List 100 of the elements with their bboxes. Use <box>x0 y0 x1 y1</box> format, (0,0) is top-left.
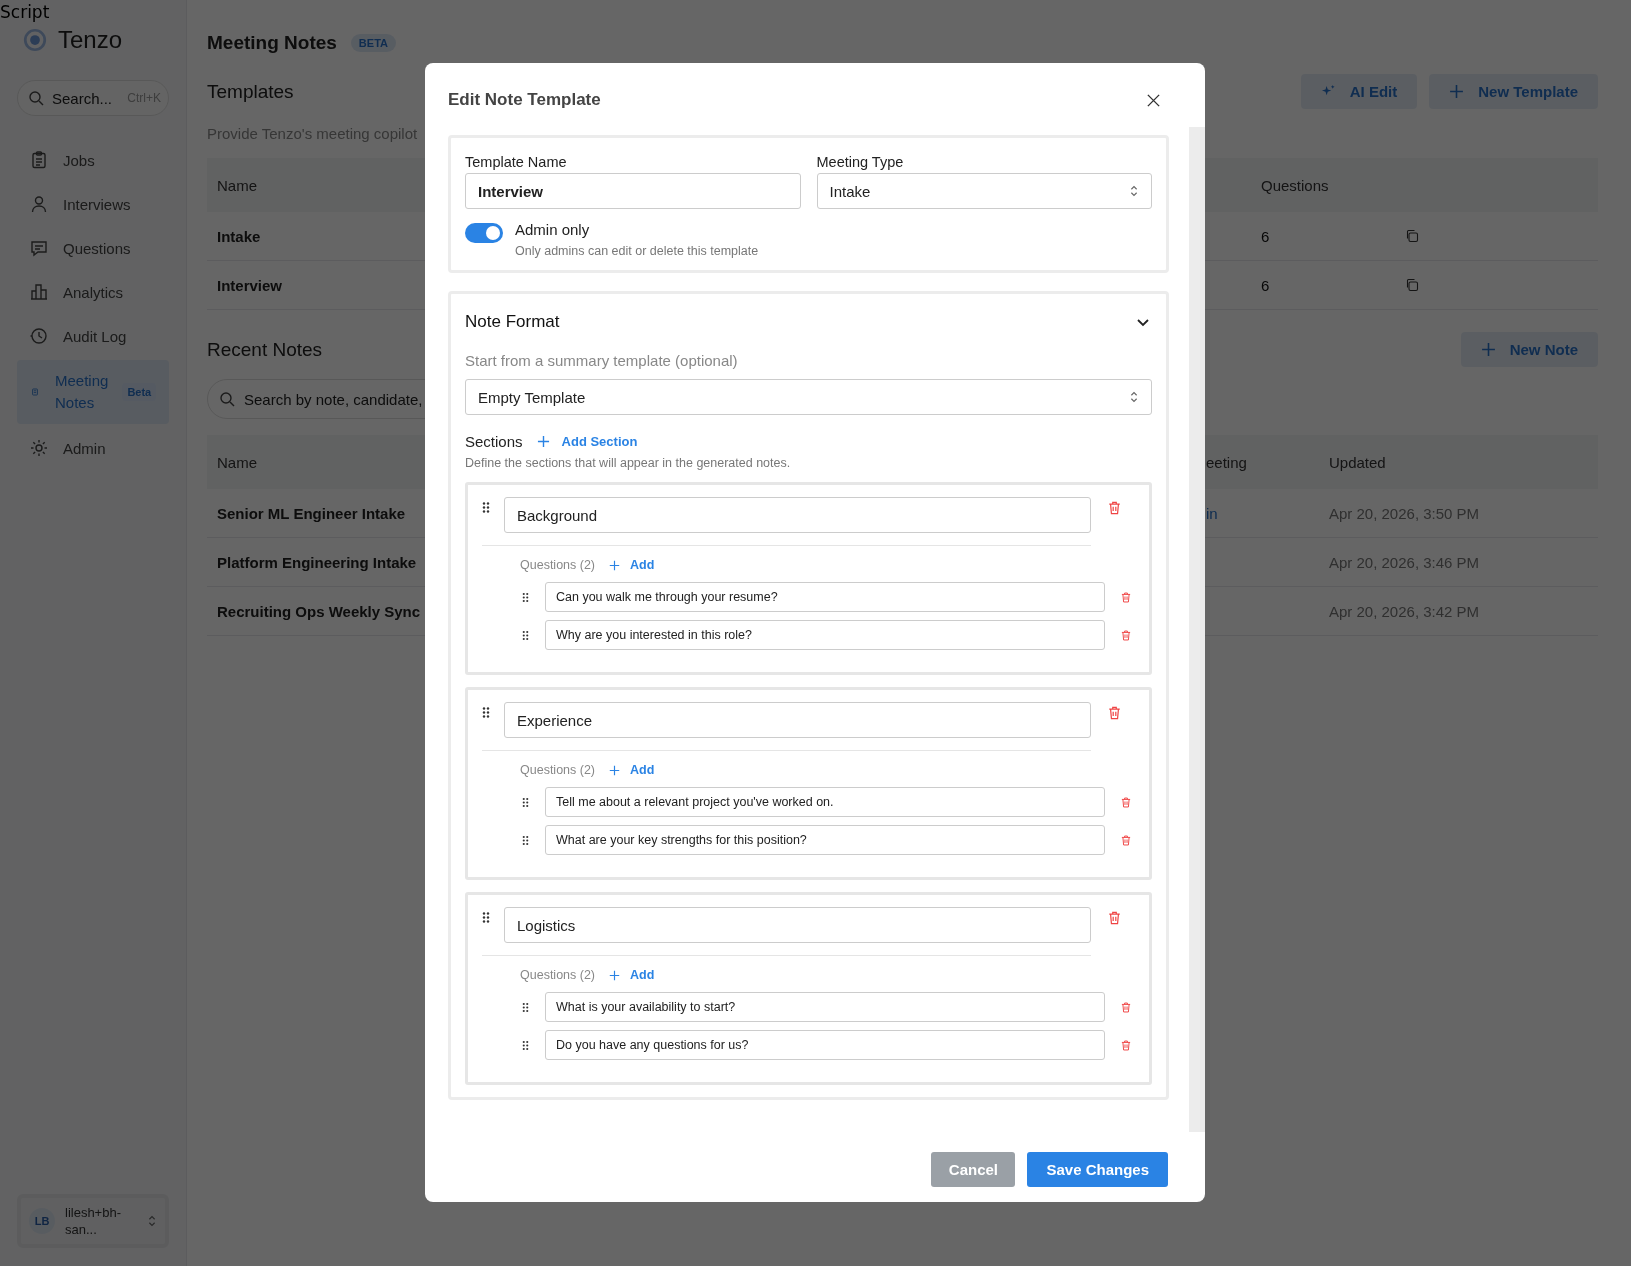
clipboard-icon <box>29 150 49 170</box>
question-field[interactable]: Can you walk me through your resume? <box>545 582 1105 612</box>
avatar: LB <box>29 1208 55 1234</box>
ai-edit-button[interactable]: AI Edit <box>1300 74 1418 109</box>
trash-icon[interactable] <box>1121 629 1131 641</box>
field-label: Template Name <box>465 154 568 170</box>
card-title: Note Format <box>465 312 560 332</box>
field-label: Start from a summary template (optional) <box>465 352 739 369</box>
question-field[interactable]: Tell me about a relevant project you've worked on. <box>545 787 1105 817</box>
search-icon <box>219 391 235 407</box>
add-question-button[interactable]: Add <box>609 968 655 982</box>
admin-only-toggle[interactable] <box>465 223 503 243</box>
up-down-chevron-icon <box>1129 184 1139 198</box>
trash-icon[interactable] <box>1121 591 1131 603</box>
bar-chart-icon <box>29 282 49 302</box>
new-template-button[interactable]: New Template <box>1429 74 1598 109</box>
trash-icon[interactable] <box>1108 706 1121 720</box>
section-title-field[interactable]: Experience <box>504 702 1091 738</box>
hint-text: Only admins can edit or delete this template <box>515 244 759 258</box>
field-label: Sections <box>465 433 523 450</box>
section-title: Recent Notes <box>207 338 323 361</box>
hint-text: Define the sections that will appear in the generated notes. <box>465 456 792 470</box>
table-cell: 6 <box>1261 227 1270 245</box>
drag-handle-icon[interactable] <box>482 911 490 924</box>
section-title-field[interactable]: Logistics <box>504 907 1091 943</box>
question-field[interactable]: Do you have any questions for us? <box>545 1030 1105 1060</box>
beta-badge: BETA <box>350 34 396 52</box>
settings-icon <box>29 438 49 458</box>
trash-icon[interactable] <box>1121 796 1131 808</box>
plus-icon <box>609 969 621 981</box>
dialog-title: Edit Note Template <box>448 90 601 110</box>
nav-item[interactable]: Meeting Notes Beta <box>17 360 169 424</box>
up-down-chevron-icon <box>1129 390 1139 404</box>
drag-handle-icon[interactable] <box>522 796 529 808</box>
drag-handle-icon[interactable] <box>522 834 529 846</box>
column-header: Updated <box>1329 453 1386 471</box>
table-cell: Interview <box>217 276 283 294</box>
up-down-chevron-icon <box>147 1214 157 1228</box>
chat-icon <box>29 238 49 258</box>
nav-item[interactable]: Analytics <box>17 272 169 312</box>
drag-handle-icon[interactable] <box>522 591 529 603</box>
column-header: Name <box>217 453 257 471</box>
nav-item[interactable]: Interviews <box>17 184 169 224</box>
add-question-button[interactable]: Add <box>609 763 655 777</box>
field-label: Meeting Type <box>816 154 905 170</box>
table-cell: 6 <box>1261 276 1270 294</box>
column-header: Name <box>217 176 257 194</box>
meeting-type-select[interactable]: Intake <box>816 173 1152 209</box>
cancel-button[interactable]: Cancel <box>931 1152 1016 1187</box>
logo-icon <box>22 27 48 53</box>
section-title-field[interactable]: Background <box>504 497 1091 533</box>
section-title: Templates <box>207 80 294 103</box>
save-button[interactable]: Save Changes <box>1027 1152 1168 1187</box>
template-name-field[interactable]: Interview <box>465 173 801 209</box>
questions-label: Questions (2) <box>520 558 596 572</box>
trash-icon[interactable] <box>1108 911 1121 925</box>
add-section-button[interactable]: Add Section <box>536 434 638 449</box>
question-field[interactable]: What is your availability to start? <box>545 992 1105 1022</box>
copy-icon[interactable] <box>1405 278 1419 292</box>
question-field[interactable]: What are your key strengths for this position? <box>545 825 1105 855</box>
column-header: Questions <box>1261 176 1329 194</box>
question-field[interactable]: Why are you interested in this role? <box>545 620 1105 650</box>
trash-icon[interactable] <box>1121 834 1131 846</box>
plus-icon <box>609 559 621 571</box>
questions-label: Questions (2) <box>520 763 596 777</box>
scrollbar[interactable] <box>1189 127 1205 1132</box>
drag-handle-icon[interactable] <box>522 629 529 641</box>
page-title: Meeting Notes <box>207 32 337 54</box>
drag-handle-icon[interactable] <box>482 706 490 719</box>
drag-handle-icon[interactable] <box>482 501 490 514</box>
plus-icon <box>609 764 621 776</box>
trash-icon[interactable] <box>1121 1039 1131 1051</box>
trash-icon[interactable] <box>1121 1001 1131 1013</box>
person-icon <box>29 194 49 214</box>
close-icon[interactable] <box>1146 92 1161 108</box>
drag-handle-icon[interactable] <box>522 1001 529 1013</box>
trash-icon[interactable] <box>1108 501 1121 515</box>
nav-item[interactable]: Audit Log <box>17 316 169 356</box>
plus-icon <box>536 435 550 448</box>
plus-icon <box>1449 84 1465 99</box>
meeting-link[interactable]: in <box>1206 504 1218 522</box>
table-cell: Recruiting Ops Weekly Sync <box>217 602 421 620</box>
table-cell: Intake <box>217 227 261 245</box>
nav-item[interactable]: Admin <box>17 428 169 468</box>
user-menu[interactable]: LB lilesh+bh-san... <box>17 1194 169 1248</box>
copy-icon[interactable] <box>1405 229 1419 243</box>
script-label: Script <box>0 2 50 22</box>
history-icon <box>29 326 49 346</box>
add-question-button[interactable]: Add <box>609 558 655 572</box>
questions-label: Questions (2) <box>520 968 596 982</box>
nav-item[interactable]: Jobs <box>17 140 169 180</box>
new-note-button[interactable]: New Note <box>1460 332 1598 367</box>
nav-item[interactable]: Questions <box>17 228 169 268</box>
search-icon <box>28 90 44 106</box>
column-header: eeting <box>1206 453 1247 471</box>
summary-template-select[interactable]: Empty Template <box>465 379 1152 415</box>
table-cell: Senior ML Engineer Intake <box>217 504 406 522</box>
toggle-label: Admin only <box>515 221 591 238</box>
drag-handle-icon[interactable] <box>522 1039 529 1051</box>
plus-icon <box>1480 342 1496 357</box>
